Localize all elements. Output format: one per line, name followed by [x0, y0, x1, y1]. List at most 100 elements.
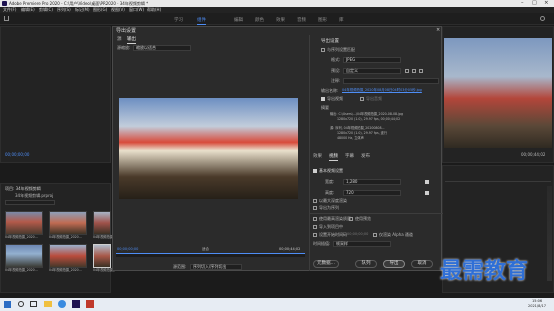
- output-name-link[interactable]: 04年视频拍摄_2020年08月08日04时03分05秒.jpg: [342, 88, 422, 92]
- menu-file[interactable]: 文件(F): [3, 8, 16, 12]
- export-audio-checkbox[interactable]: [360, 97, 364, 101]
- clip-thumbnail[interactable]: [49, 211, 87, 235]
- save-preset-icon[interactable]: [405, 69, 409, 73]
- explorer-taskbar-icon[interactable]: [44, 301, 52, 307]
- app-taskbar-icon[interactable]: [86, 300, 94, 308]
- render-max-depth-checkbox[interactable]: [313, 199, 317, 203]
- menu-clip[interactable]: 剪辑(C): [39, 8, 53, 12]
- time-interpolation-select[interactable]: 帧采样: [333, 241, 391, 247]
- use-previews-label: 使用预览: [355, 216, 371, 221]
- windows-start-icon[interactable]: [4, 301, 11, 308]
- menu-window[interactable]: 窗口(W): [129, 8, 144, 12]
- metadata-button[interactable]: 元数据...: [313, 260, 339, 268]
- source-timeline-bar[interactable]: [116, 253, 305, 257]
- timecode-in: 00;00;00;00: [117, 247, 139, 251]
- clip-thumbnail[interactable]: [5, 211, 43, 235]
- start-timecode-value[interactable]: 00;00;00;00: [347, 232, 368, 237]
- use-previews-checkbox[interactable]: [349, 217, 353, 221]
- clip-thumbnail[interactable]: [93, 211, 111, 235]
- clip-thumbnail[interactable]: [5, 244, 43, 268]
- summary-output-detail: 1280x720 (1.0), 29.97 fps, 00;00;44;02: [337, 117, 401, 121]
- tab-editing[interactable]: 编辑: [234, 17, 243, 23]
- tab-source[interactable]: 源: [117, 37, 122, 43]
- menu-graphics[interactable]: 图形(G): [93, 8, 107, 12]
- preset-label: 预设:: [331, 68, 341, 73]
- menu-view[interactable]: 视图(V): [111, 8, 125, 12]
- source-range-select[interactable]: 序列切入/序列切出: [190, 264, 242, 270]
- tab-assembly[interactable]: 组件: [197, 17, 206, 25]
- close-button[interactable]: ×: [544, 0, 549, 7]
- tab-effects[interactable]: 效果: [276, 17, 285, 23]
- project-search-input[interactable]: [5, 200, 55, 205]
- width-input[interactable]: 1,280: [343, 179, 401, 185]
- tab-color[interactable]: 颜色: [255, 17, 264, 23]
- window-title: Adobe Premiere Pro 2020 - C:\用户\Video\桌面…: [9, 0, 149, 6]
- delete-preset-icon[interactable]: [419, 69, 423, 73]
- render-max-depth-label: 以最大深度渲染: [319, 198, 347, 203]
- queue-button[interactable]: 队列: [355, 260, 377, 268]
- height-input[interactable]: 720: [343, 190, 401, 196]
- tab-libraries[interactable]: 库: [339, 17, 344, 23]
- export-video-checkbox[interactable]: [321, 97, 325, 101]
- dialog-close-button[interactable]: ×: [436, 28, 440, 33]
- comment-input[interactable]: [343, 78, 439, 84]
- source-timecode: 00;00;00;00: [5, 152, 30, 157]
- maximize-button[interactable]: □: [532, 1, 537, 6]
- preset-select[interactable]: 自定义: [343, 68, 401, 74]
- options-divider: [310, 213, 443, 214]
- render-alpha-only-label: 仅渲染 Alpha 通道: [379, 232, 413, 237]
- menu-sequence[interactable]: 序列(S): [57, 8, 71, 12]
- set-start-timecode-checkbox[interactable]: [313, 233, 317, 237]
- menu-marker[interactable]: 标记(M): [75, 8, 90, 12]
- browser-taskbar-icon[interactable]: [58, 300, 66, 308]
- tab-output[interactable]: 输出: [127, 37, 136, 44]
- premiere-taskbar-icon[interactable]: [72, 300, 80, 308]
- match-sequence-checkbox[interactable]: [321, 48, 325, 52]
- summary-source: 源: 序列, 04年视频拍摄_20200808...: [330, 126, 385, 130]
- max-render-quality-checkbox[interactable]: [313, 217, 317, 221]
- tab-video-settings[interactable]: 视频: [329, 154, 338, 161]
- summary-title: 摘要: [321, 105, 329, 110]
- search-taskbar-icon[interactable]: [18, 301, 24, 307]
- tab-effects-settings[interactable]: 效果: [313, 154, 322, 160]
- clip-thumbnail[interactable]: [49, 244, 87, 268]
- fit-label[interactable]: 适合: [202, 247, 209, 252]
- output-name-label: 输出名称:: [321, 88, 339, 93]
- cancel-button[interactable]: 取消: [411, 260, 433, 268]
- import-preset-icon[interactable]: [412, 69, 416, 73]
- export-button[interactable]: 导出: [383, 260, 405, 268]
- export-as-sequence-label: 导出为序列: [319, 205, 339, 210]
- timeline-ruler[interactable]: [445, 178, 551, 182]
- render-alpha-only-checkbox[interactable]: [373, 233, 377, 237]
- summary-source-detail-audio: 48000 Hz, 立体声: [337, 136, 364, 140]
- export-settings-section-title: 导出设置: [321, 39, 339, 44]
- taskbar-time: 15:06: [532, 299, 543, 303]
- export-audio-label: 导出音频: [366, 96, 382, 101]
- format-select[interactable]: JPEG: [343, 57, 401, 63]
- basic-video-settings-label: 基本视频设置: [319, 168, 343, 173]
- search-icon[interactable]: [540, 16, 545, 21]
- match-sequence-label: 与序列设置匹配: [327, 47, 355, 52]
- tab-captions-settings[interactable]: 字幕: [345, 154, 354, 160]
- export-settings-dialog: 导出设置 × 源 输出 源缩放: 缩放以适合 00;00;00;00 00;00…: [112, 26, 443, 271]
- home-icon[interactable]: [4, 16, 9, 21]
- export-as-sequence-checkbox[interactable]: [313, 206, 317, 210]
- task-view-icon[interactable]: [30, 301, 37, 307]
- tab-publish-settings[interactable]: 发布: [361, 154, 370, 160]
- comment-label: 注释:: [331, 78, 341, 83]
- height-match-source-checkbox[interactable]: [425, 191, 429, 195]
- minimize-button[interactable]: –: [521, 1, 524, 6]
- import-into-project-checkbox[interactable]: [313, 225, 317, 229]
- width-match-source-checkbox[interactable]: [425, 180, 429, 184]
- program-timecode: 00;00;44;02: [521, 152, 546, 157]
- tab-audio[interactable]: 音频: [297, 17, 306, 23]
- source-scaling-select[interactable]: 缩放以适合: [133, 45, 191, 51]
- menu-help[interactable]: 帮助(H): [147, 8, 161, 12]
- menu-edit[interactable]: 编辑(E): [21, 8, 35, 12]
- tab-learn[interactable]: 学习: [174, 17, 183, 23]
- tab-graphics[interactable]: 图形: [318, 17, 327, 23]
- clip-thumbnail-selected[interactable]: [93, 244, 111, 268]
- basic-video-settings-checkbox[interactable]: [313, 169, 317, 173]
- clip-name: 04年视频拍摄_2020...: [5, 268, 38, 272]
- source-monitor-panel: 00;00;00;00: [0, 26, 111, 163]
